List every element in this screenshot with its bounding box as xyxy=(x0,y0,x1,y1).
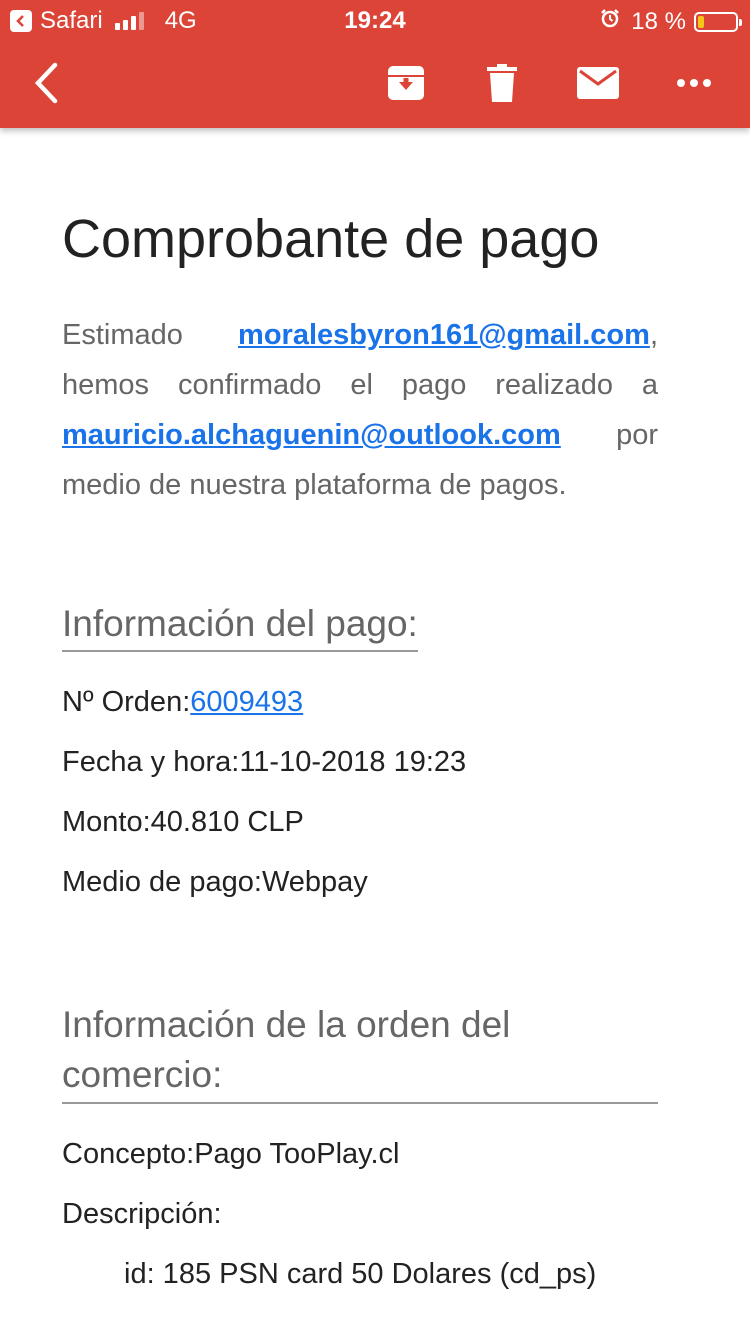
datetime-row: Fecha y hora:11-10-2018 19:23 xyxy=(62,732,658,792)
description-item: id: 185 PSN card 50 Dolares (cd_ps) xyxy=(124,1258,597,1290)
order-info-list: Concepto:Pago TooPlay.cl Descripción: id… xyxy=(62,1124,658,1304)
delete-button[interactable] xyxy=(484,58,520,108)
intro-paragraph: Estimado moralesbyron161@gmail.com, hemo… xyxy=(62,310,658,510)
datetime-label: Fecha y hora: xyxy=(62,746,240,778)
concept-value: Pago TooPlay.cl xyxy=(194,1138,400,1170)
amount-row: Monto:40.810 CLP xyxy=(62,792,658,852)
battery-fill xyxy=(698,15,704,28)
back-arrow-icon xyxy=(34,62,58,104)
app-header: Safari 4G 19:24 18 % xyxy=(0,0,750,128)
mark-unread-button[interactable] xyxy=(576,58,620,108)
more-options-button[interactable] xyxy=(672,58,716,108)
archive-button[interactable] xyxy=(384,58,428,108)
payment-method-value: Webpay xyxy=(261,866,368,898)
status-bar: Safari 4G 19:24 18 % xyxy=(0,0,750,40)
greeting-text: Estimado xyxy=(62,319,183,351)
alarm-icon xyxy=(599,7,621,36)
order-label: Nº Orden: xyxy=(62,686,191,718)
back-button[interactable] xyxy=(26,58,66,108)
mail-icon xyxy=(577,67,619,99)
description-label: Descripción: xyxy=(62,1198,222,1230)
order-number-row: Nº Orden:6009493 xyxy=(62,672,658,732)
concept-row: Concepto:Pago TooPlay.cl xyxy=(62,1124,658,1184)
email-title: Comprobante de pago xyxy=(62,209,600,269)
trash-icon xyxy=(487,64,517,102)
order-number-link[interactable]: 6009493 xyxy=(190,686,303,718)
amount-label: Monto: xyxy=(62,806,151,838)
concept-label: Concepto: xyxy=(62,1138,195,1170)
datetime-value: 11-10-2018 19:23 xyxy=(239,746,467,778)
description-row: Descripción: xyxy=(62,1184,658,1244)
payer-email-link[interactable]: moralesbyron161@gmail.com xyxy=(238,319,650,351)
archive-icon xyxy=(388,66,424,100)
payment-info-heading: Información del pago: xyxy=(62,600,418,652)
order-info-heading: Información de la orden del comercio: xyxy=(62,1000,658,1104)
recipient-email-link[interactable]: mauricio.alchaguenin@outlook.com xyxy=(62,419,561,451)
payment-method-label: Medio de pago: xyxy=(62,866,262,898)
battery-percent: 18 % xyxy=(631,7,686,35)
battery-icon xyxy=(694,11,742,32)
amount-value: 40.810 CLP xyxy=(150,806,304,838)
payment-info-list: Nº Orden:6009493 Fecha y hora:11-10-2018… xyxy=(62,672,658,912)
payment-method-row: Medio de pago:Webpay xyxy=(62,852,658,912)
email-body: Comprobante de pago Estimado moralesbyro… xyxy=(62,128,658,1304)
more-icon xyxy=(677,79,711,87)
